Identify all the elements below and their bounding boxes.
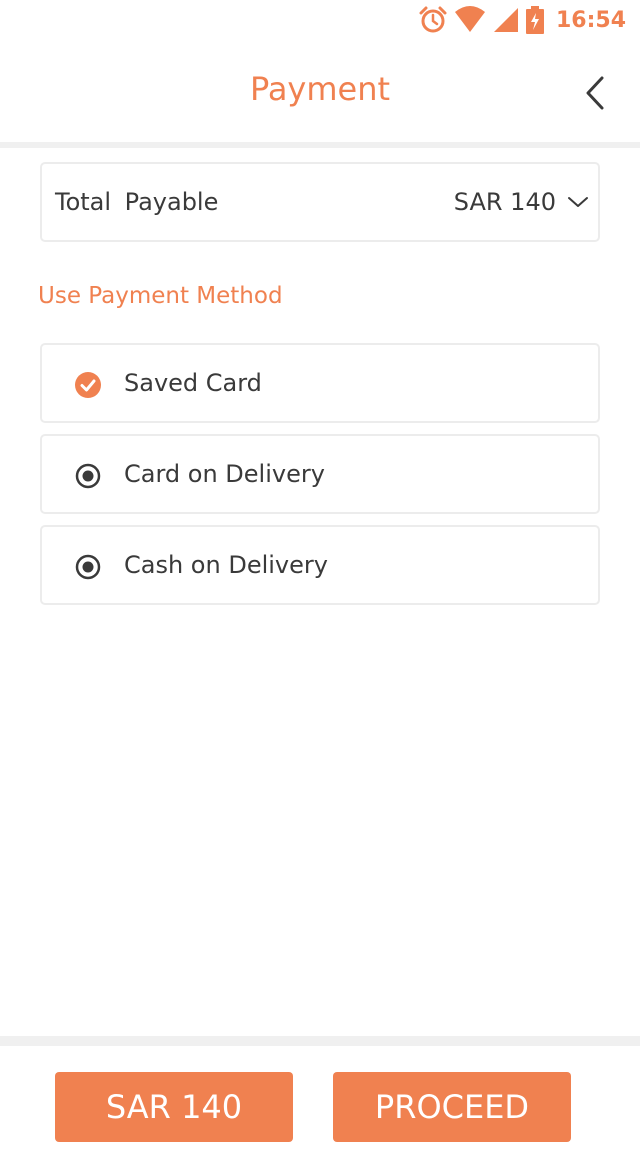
radio-button-icon xyxy=(74,462,102,490)
check-circle-icon xyxy=(74,371,102,399)
option-card-on-delivery[interactable]: Card on Delivery xyxy=(40,434,600,514)
option-label: Saved Card xyxy=(124,369,262,397)
option-saved-card[interactable]: Saved Card xyxy=(40,343,600,423)
header: Payment xyxy=(0,40,640,142)
chevron-down-icon xyxy=(566,194,590,214)
option-label: Card on Delivery xyxy=(124,460,325,488)
wifi-icon xyxy=(454,6,486,34)
status-bar: 16:54 xyxy=(0,0,640,40)
radio-button-icon xyxy=(74,553,102,581)
header-divider xyxy=(0,142,640,148)
total-payable-dropdown[interactable]: Total Payable SAR 140 xyxy=(40,162,600,242)
status-icons: 16:54 xyxy=(418,4,626,36)
chevron-left-icon xyxy=(582,76,612,116)
alarm-icon xyxy=(418,5,448,35)
bottom-divider xyxy=(0,1036,640,1046)
back-button[interactable] xyxy=(582,74,612,112)
total-payable-amount: SAR 140 xyxy=(453,188,556,216)
proceed-button[interactable]: PROCEED xyxy=(333,1072,571,1142)
payment-method-title: Use Payment Method xyxy=(38,283,283,309)
option-label: Cash on Delivery xyxy=(124,551,328,579)
total-payable-label: Total Payable xyxy=(55,188,219,216)
battery-charging-icon xyxy=(525,6,544,34)
page-title: Payment xyxy=(249,70,391,108)
option-cash-on-delivery[interactable]: Cash on Delivery xyxy=(40,525,600,605)
amount-button[interactable]: SAR 140 xyxy=(55,1072,293,1142)
bottom-bar: SAR 140 PROCEED xyxy=(0,1046,640,1167)
status-time: 16:54 xyxy=(555,7,626,33)
cell-signal-icon xyxy=(492,6,520,34)
